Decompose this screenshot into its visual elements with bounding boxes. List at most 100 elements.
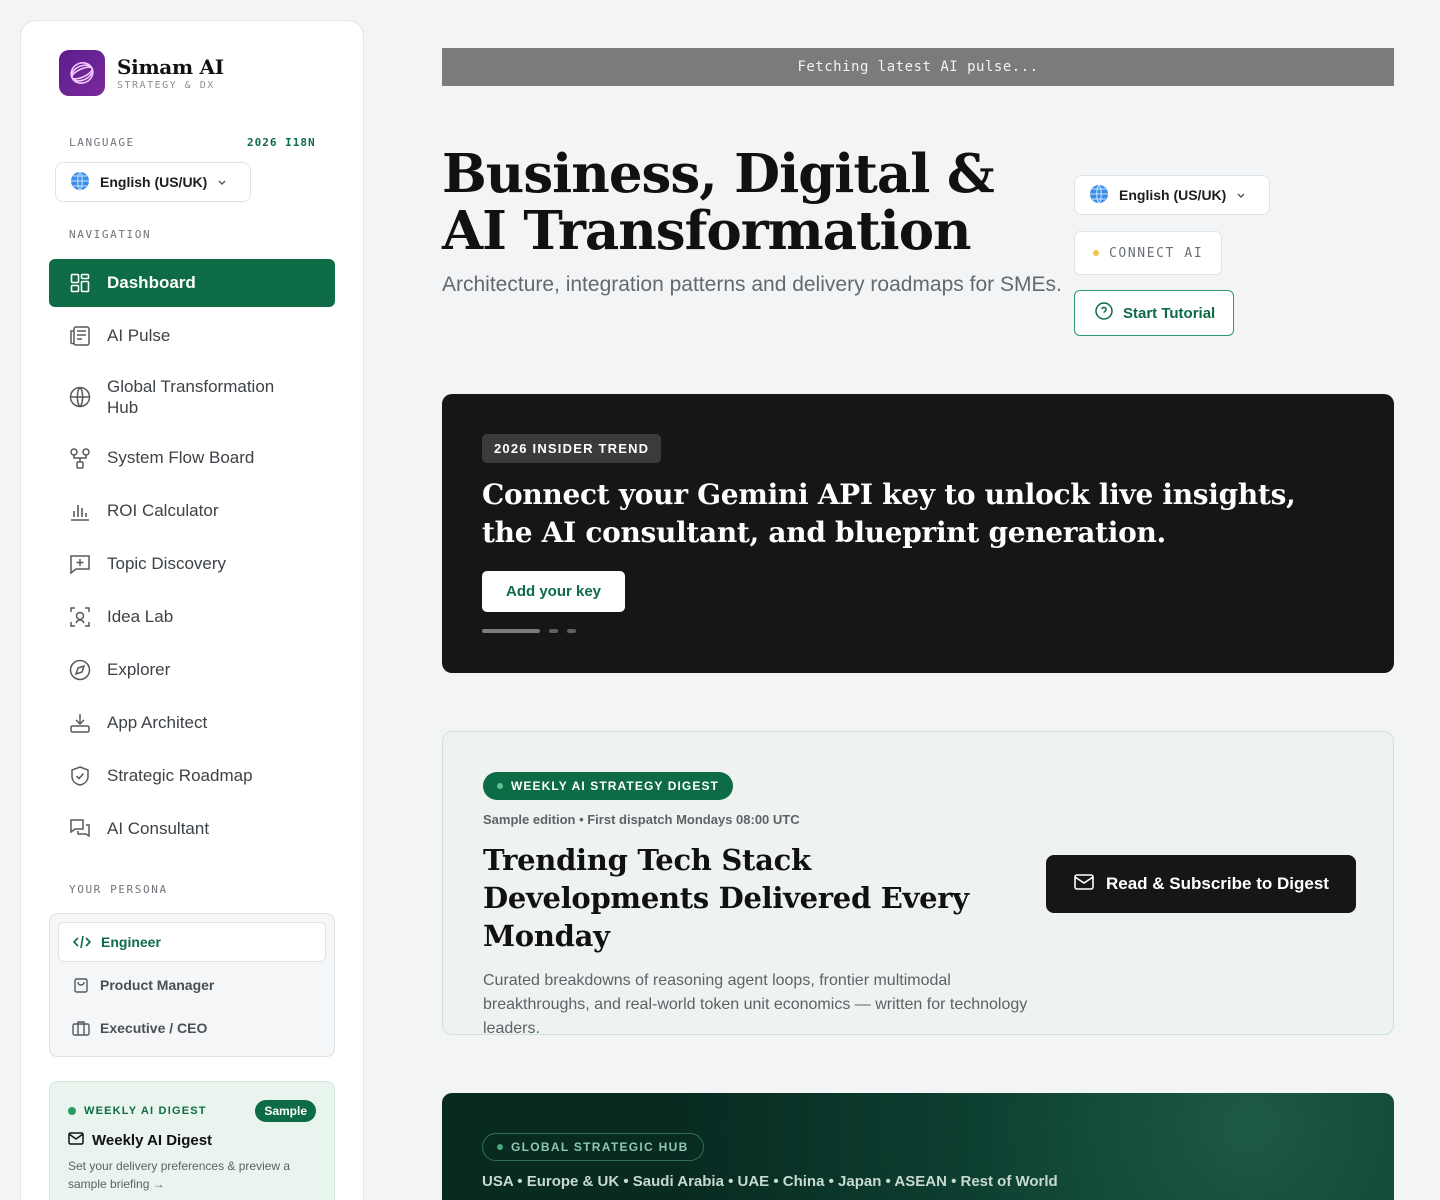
download-tray-icon: [69, 712, 91, 734]
digest-card-title-text: Weekly AI Digest: [92, 1132, 213, 1149]
sidebar-item-label: System Flow Board: [107, 448, 255, 467]
sidebar-item-app-architect[interactable]: App Architect: [49, 699, 335, 747]
compass-icon: [69, 659, 91, 681]
status-dot: [1093, 250, 1099, 256]
briefcase-icon: [72, 1020, 90, 1036]
brand-logo-icon: [59, 50, 105, 96]
persona-engineer[interactable]: Engineer: [58, 922, 326, 962]
trend-badge: 2026 INSIDER TREND: [482, 434, 662, 463]
global-regions: USA • Europe & UK • Saudi Arabia • UAE •…: [482, 1173, 1058, 1190]
weekly-digest-section: WEEKLY AI STRATEGY DIGEST Sample edition…: [442, 731, 1394, 1037]
sidebar-item-explorer[interactable]: Explorer: [49, 646, 335, 694]
chat-bubbles-icon: [69, 818, 91, 840]
persona-label-text: Executive / CEO: [100, 1020, 208, 1036]
persona-label: YOUR PERSONA: [69, 883, 168, 896]
sample-badge: Sample: [255, 1100, 316, 1122]
start-tutorial-label: Start Tutorial: [1123, 304, 1216, 322]
weekly-badge: WEEKLY AI STRATEGY DIGEST: [483, 772, 733, 800]
idea-scan-icon: [69, 606, 91, 628]
persona-product-manager[interactable]: Product Manager: [58, 965, 326, 1005]
carousel-dot[interactable]: [567, 629, 576, 633]
bar-chart-icon: [69, 500, 91, 522]
subscribe-digest-label: Read & Subscribe to Digest: [1106, 874, 1329, 893]
status-dot: [68, 1107, 76, 1115]
subscribe-digest-button[interactable]: Read & Subscribe to Digest: [1046, 855, 1356, 913]
persona-label-text: Engineer: [101, 934, 161, 950]
add-key-button[interactable]: Add your key: [482, 571, 626, 612]
weekly-description: Curated breakdowns of reasoning agent lo…: [483, 972, 1028, 1037]
carousel-dots: [482, 629, 585, 633]
newspaper-icon: [69, 325, 91, 347]
sidebar-item-topic-discovery[interactable]: Topic Discovery: [49, 540, 335, 588]
sidebar-item-roi-calculator[interactable]: ROI Calculator: [49, 487, 335, 535]
sidebar-item-ai-consultant[interactable]: AI Consultant: [49, 805, 335, 853]
language-label: LANGUAGE: [69, 136, 135, 149]
globe-icon: [1089, 184, 1109, 207]
chevron-down-icon: [1236, 187, 1246, 203]
mail-icon: [1074, 873, 1094, 895]
sidebar-item-global-transformation-hub[interactable]: Global Transformation Hub: [49, 365, 335, 429]
sidebar-item-label: AI Pulse: [107, 326, 171, 345]
sidebar-item-label: Topic Discovery: [107, 554, 227, 573]
carousel-dot[interactable]: [549, 629, 558, 633]
sidebar-item-label: Global Transformation Hub: [107, 377, 275, 417]
help-circle-icon: [1095, 302, 1113, 324]
brand-tagline: STRATEGY & DX: [117, 79, 215, 91]
sidebar-item-label: AI Consultant: [107, 819, 210, 838]
persona-executive[interactable]: Executive / CEO: [58, 1008, 326, 1048]
i18n-badge: 2026 I18N: [247, 136, 316, 149]
status-dot: [497, 783, 503, 789]
sidebar-item-idea-lab[interactable]: Idea Lab: [49, 593, 335, 641]
sidebar-item-ai-pulse[interactable]: AI Pulse: [49, 312, 335, 360]
global-badge-text: GLOBAL STRATEGIC HUB: [511, 1140, 689, 1154]
sidebar-digest-card[interactable]: WEEKLY AI DIGEST Sample Weekly AI Digest…: [49, 1081, 335, 1200]
insider-trend-banner: 2026 INSIDER TREND Connect your Gemini A…: [442, 394, 1394, 673]
sidebar-nav: Dashboard AI Pulse Global Transformation…: [49, 259, 335, 858]
weekly-meta: Sample edition • First dispatch Mondays …: [483, 812, 800, 827]
globe-icon: [70, 171, 90, 194]
header-language-value: English (US/UK): [1119, 187, 1227, 203]
digest-card-label: WEEKLY AI DIGEST: [68, 1105, 207, 1117]
globe-icon: [69, 386, 91, 408]
mail-icon: [68, 1132, 84, 1149]
sidebar-item-label: ROI Calculator: [107, 501, 219, 520]
connect-ai-button[interactable]: CONNECT AI: [1074, 231, 1222, 275]
carousel-dot-active[interactable]: [482, 629, 540, 633]
bag-icon: [72, 977, 90, 993]
persona-label-text: Product Manager: [100, 977, 215, 993]
start-tutorial-button[interactable]: Start Tutorial: [1074, 290, 1234, 336]
sidebar-item-label: Dashboard: [107, 273, 196, 292]
page-subtitle: Architecture, integration patterns and d…: [442, 273, 1062, 296]
code-icon: [73, 935, 91, 949]
digest-card-label-text: WEEKLY AI DIGEST: [84, 1105, 207, 1117]
flow-icon: [69, 447, 91, 469]
sidebar-item-dashboard[interactable]: Dashboard: [49, 259, 335, 307]
sidebar-item-label: App Architect: [107, 713, 208, 732]
weekly-title: Trending Tech Stack Developments Deliver…: [483, 843, 969, 953]
digest-card-title: Weekly AI Digest: [68, 1132, 316, 1149]
sidebar-item-system-flow-board[interactable]: System Flow Board: [49, 434, 335, 482]
global-badge: GLOBAL STRATEGIC HUB: [482, 1133, 704, 1161]
shield-check-icon: [69, 765, 91, 787]
chevron-down-icon: [217, 174, 227, 190]
weekly-badge-text: WEEKLY AI STRATEGY DIGEST: [511, 779, 719, 793]
ai-pulse-ticker: Fetching latest AI pulse...: [442, 48, 1394, 86]
sidebar-language-select[interactable]: English (US/UK): [55, 162, 251, 202]
global-strategic-hub-section: GLOBAL STRATEGIC HUB USA • Europe & UK •…: [442, 1093, 1394, 1200]
header-language-select[interactable]: English (US/UK): [1074, 175, 1270, 215]
sidebar-item-strategic-roadmap[interactable]: Strategic Roadmap: [49, 752, 335, 800]
page-title: Business, Digital & AI Transformation: [442, 143, 995, 262]
persona-selector: Engineer Product Manager Executive / CEO: [49, 913, 335, 1057]
sidebar-language-value: English (US/UK): [100, 174, 208, 190]
sidebar-item-label: Idea Lab: [107, 607, 174, 626]
status-dot: [497, 1144, 503, 1150]
sidebar: Simam AI STRATEGY & DX LANGUAGE 2026 I18…: [20, 20, 364, 1200]
brand[interactable]: Simam AI STRATEGY & DX: [59, 50, 224, 96]
brand-name: Simam AI: [117, 54, 224, 79]
digest-card-description: Set your delivery preferences & preview …: [68, 1159, 291, 1191]
navigation-label: NAVIGATION: [69, 228, 152, 241]
message-plus-icon: [69, 553, 91, 575]
dashboard-icon: [69, 272, 91, 294]
sidebar-item-label: Explorer: [107, 660, 171, 679]
connect-ai-label: CONNECT AI: [1109, 245, 1204, 261]
